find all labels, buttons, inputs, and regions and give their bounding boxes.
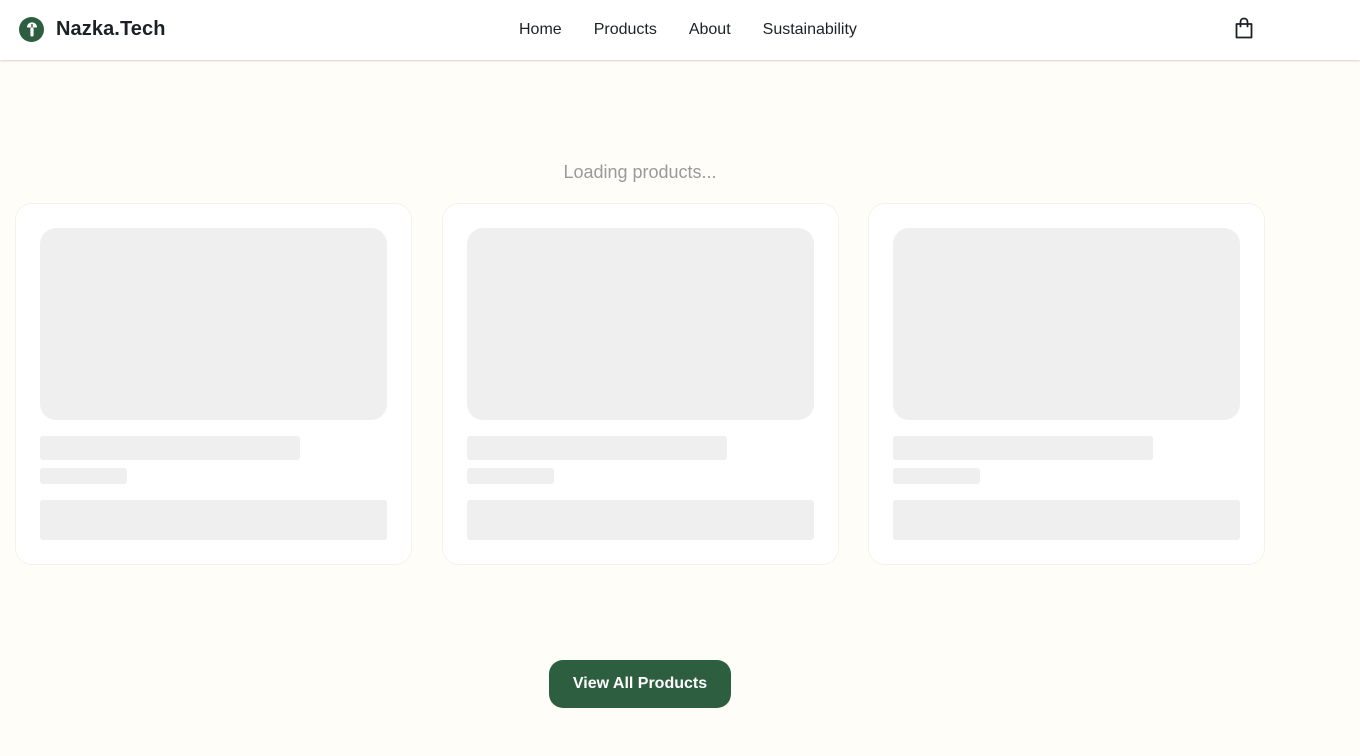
skeleton-title-placeholder — [893, 436, 1153, 460]
brand-logo-icon — [19, 16, 44, 42]
skeleton-price-placeholder — [893, 468, 980, 484]
nav-link-products[interactable]: Products — [594, 21, 657, 39]
cart-button[interactable] — [1232, 16, 1256, 40]
skeleton-image-placeholder — [893, 228, 1240, 420]
skeleton-price-placeholder — [467, 468, 554, 484]
skeleton-button-placeholder — [467, 500, 814, 540]
view-all-products-button[interactable]: View All Products — [549, 660, 731, 708]
product-card-skeleton — [443, 204, 838, 564]
nav-link-home[interactable]: Home — [519, 21, 562, 39]
skeleton-price-placeholder — [40, 468, 127, 484]
product-card-skeleton — [869, 204, 1264, 564]
nav-link-sustainability[interactable]: Sustainability — [763, 21, 857, 39]
skeleton-image-placeholder — [467, 228, 814, 420]
skeleton-image-placeholder — [40, 228, 387, 420]
skeleton-title-placeholder — [40, 436, 300, 460]
main-nav: Home Products About Sustainability — [519, 0, 857, 60]
brand-home-link[interactable]: Nazka.Tech — [19, 16, 166, 42]
nav-link-about[interactable]: About — [689, 21, 731, 39]
shopping-bag-icon — [1235, 17, 1253, 39]
top-navbar: Nazka.Tech Home Products About Sustainab… — [0, 0, 1360, 60]
product-card-skeleton — [16, 204, 411, 564]
skeleton-button-placeholder — [40, 500, 387, 540]
skeleton-button-placeholder — [893, 500, 1240, 540]
brand-name: Nazka.Tech — [56, 17, 166, 40]
loading-status-text: Loading products... — [563, 162, 717, 182]
skeleton-title-placeholder — [467, 436, 727, 460]
